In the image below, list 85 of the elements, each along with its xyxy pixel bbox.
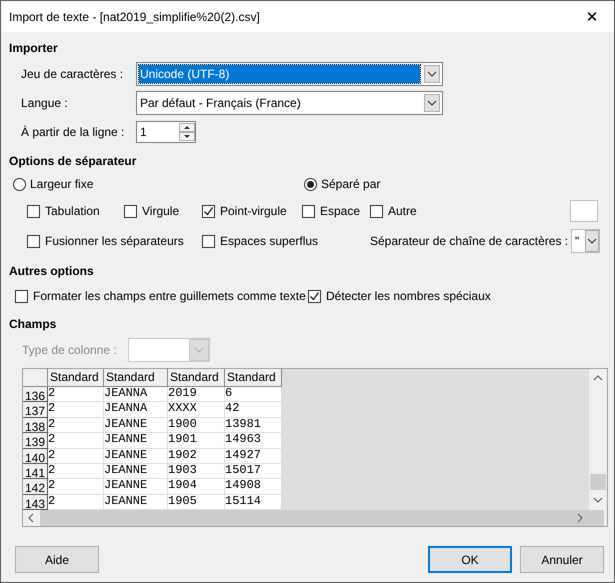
checkbox[interactable]: Autre — [370, 204, 570, 218]
table-cell: 1903 — [168, 464, 225, 480]
table-cell: 14908 — [225, 479, 282, 495]
table-cell: JEANNE — [104, 479, 168, 495]
dialog-button[interactable]: OK — [428, 546, 512, 573]
table-cell: 1904 — [168, 479, 225, 495]
horizontal-scrollbar[interactable] — [23, 510, 607, 526]
column-header[interactable]: Standard — [225, 369, 282, 387]
radio-button[interactable]: Largeur fixe — [13, 176, 304, 192]
checkbox[interactable]: Virgule — [124, 204, 202, 218]
table-cell: 13981 — [225, 418, 282, 434]
table-cell: 6 — [225, 387, 282, 402]
column-header[interactable]: Standard — [168, 369, 225, 387]
table-cell: 2 — [48, 479, 104, 495]
column-header[interactable]: Standard — [48, 369, 104, 387]
window-title: Import de texte - [nat2019_simplifie%20(2).csv] — [9, 10, 260, 24]
row-number: 142 — [23, 479, 48, 495]
dropdown[interactable] — [128, 338, 210, 362]
dropdown[interactable]: Par défaut - Français (France) — [136, 91, 443, 115]
table-cell: 42 — [225, 402, 282, 418]
row-number: 141 — [23, 464, 48, 480]
field-label: Séparateur de chaîne de caractères : — [370, 234, 570, 248]
checkbox[interactable]: Détecter les nombres spéciaux — [308, 289, 491, 303]
corner-cell — [23, 369, 48, 387]
table-cell: JEANNE — [104, 494, 168, 510]
checkmark-icon — [309, 290, 320, 302]
table-cell: 2 — [48, 448, 104, 464]
section-heading: Options de séparateur — [9, 154, 138, 170]
dropdown[interactable]: Unicode (UTF-8) — [136, 62, 443, 86]
field-label: À partir de la ligne : — [21, 125, 126, 139]
table-cell: 1905 — [168, 494, 225, 510]
table-cell: 14963 — [225, 433, 282, 449]
table-cell: 2 — [48, 387, 104, 402]
table-cell: JEANNE — [104, 433, 168, 449]
table-cell: 2 — [48, 402, 104, 418]
table-cell: JEANNE — [104, 464, 168, 480]
checkbox[interactable]: Espace — [302, 204, 370, 218]
checkbox[interactable]: Espaces superflus — [202, 234, 370, 248]
row-number: 138 — [23, 418, 48, 434]
checkbox[interactable]: Formater les champs entre guillemets comme texte — [15, 289, 308, 303]
table-cell: 1900 — [168, 418, 225, 434]
column-header[interactable]: Standard — [104, 369, 168, 387]
table-cell: XXXX — [168, 402, 225, 418]
table-cell: JEANNE — [104, 418, 168, 434]
row-number: 139 — [23, 433, 48, 449]
checkmark-icon — [203, 206, 214, 216]
radio-button[interactable]: Séparé par — [304, 176, 380, 192]
dialog-button[interactable]: Aide — [15, 546, 99, 573]
close-button[interactable]: ✕ — [570, 1, 614, 32]
chevron-down-icon — [424, 65, 440, 83]
table-cell: 2 — [48, 464, 104, 480]
table-cell: JEANNE — [104, 448, 168, 464]
field-label: Jeu de caractères : — [21, 67, 124, 81]
field-label: Type de colonne : — [22, 343, 118, 357]
section-heading: Importer — [9, 41, 59, 57]
table-cell: 2 — [48, 418, 104, 434]
row-number: 136 — [23, 387, 48, 402]
row-number: 137 — [23, 402, 48, 418]
table-cell: 15114 — [225, 494, 282, 510]
chevron-down-icon — [189, 339, 209, 361]
field-label: Langue : — [21, 96, 69, 110]
spin-arrows-icon — [179, 123, 195, 141]
dropdown[interactable]: " — [571, 229, 600, 253]
table-cell: 14927 — [225, 448, 282, 464]
table-cell: 2019 — [168, 387, 225, 402]
checkbox[interactable]: Point-virgule — [202, 204, 302, 218]
table-cell: JEANNA — [104, 402, 168, 418]
section-heading: Champs — [9, 317, 58, 333]
table-cell: 1901 — [168, 433, 225, 449]
table-cell: 2 — [48, 494, 104, 510]
dialog-button[interactable]: Annuler — [520, 546, 604, 573]
row-number: 143 — [23, 494, 48, 510]
chevron-down-icon — [424, 94, 440, 112]
other-separator-field[interactable] — [570, 200, 598, 222]
table-cell: JEANNA — [104, 387, 168, 402]
spin-field[interactable]: 1 — [136, 121, 196, 143]
vertical-scrollbar[interactable] — [589, 369, 607, 510]
section-heading: Autres options — [9, 264, 95, 280]
checkbox[interactable]: Tabulation — [27, 204, 124, 218]
table-cell: 2 — [48, 433, 104, 449]
checkbox[interactable]: Fusionner les séparateurs — [27, 234, 202, 248]
row-number: 140 — [23, 448, 48, 464]
table-cell: 1902 — [168, 448, 225, 464]
table-cell: 15017 — [225, 464, 282, 480]
chevron-down-icon — [585, 230, 599, 252]
